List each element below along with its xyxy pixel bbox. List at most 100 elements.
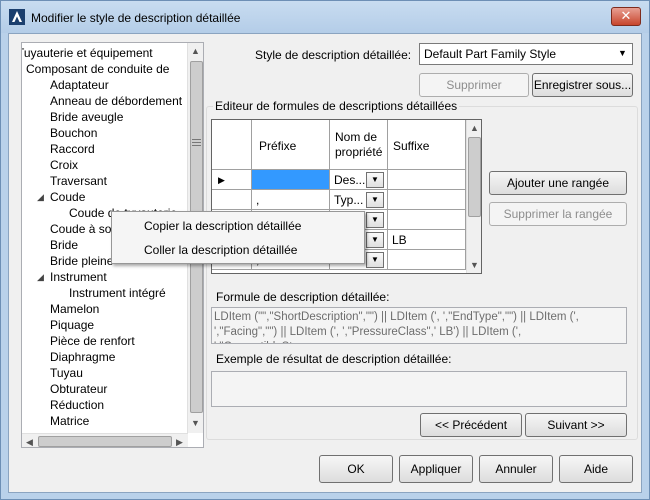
example-label: Exemple de résultat de description détai… [216, 352, 452, 366]
grid-row-selector-text: ▶ [218, 175, 225, 185]
previous-button[interactable]: << Précédent [420, 413, 522, 437]
grid-cell-property[interactable]: Typ... ▼ [330, 190, 388, 210]
grid-cell-property-text: Des... [334, 173, 366, 187]
column-header-property[interactable]: Nom de propriété [330, 120, 388, 170]
grid-scroll-up-icon[interactable]: ▲ [467, 123, 481, 133]
grid-cell-suffix[interactable] [388, 190, 466, 210]
tree-item-label: Bride aveugle [50, 110, 124, 124]
grid-scroll-down-icon[interactable]: ▼ [467, 260, 481, 270]
tree-item[interactable]: Bride aveugle [50, 109, 123, 125]
context-menu-item-paste[interactable]: Coller la description détaillée [144, 243, 297, 257]
tree-item[interactable]: Bouchon [50, 125, 97, 141]
add-row-button[interactable]: Ajouter une rangée [489, 171, 627, 195]
tree-item-label: Piquage [50, 318, 95, 332]
tree-item-label: Bride pleine [50, 254, 114, 268]
tree-item-label: Adaptateur [50, 78, 109, 92]
ok-button[interactable]: OK [319, 455, 393, 483]
grid-cell-property[interactable]: Des... ▼ [330, 170, 388, 190]
scroll-up-icon[interactable]: ▲ [188, 46, 203, 56]
tree-item[interactable]: Réduction [50, 397, 104, 413]
tree-item[interactable]: ◢ Instrument [37, 269, 107, 285]
cancel-button[interactable]: Annuler [479, 455, 553, 483]
tree-item[interactable]: Mamelon [50, 301, 99, 317]
grid-cell-suffix[interactable]: LB [388, 230, 466, 250]
tree-item-label: Croix [50, 158, 79, 172]
column-header-suffix[interactable]: Suffixe [388, 120, 466, 170]
tree-item[interactable]: Bride [50, 237, 78, 253]
style-dropdown-value: Default Part Family Style [424, 47, 557, 61]
tree-horizontal-scrollbar[interactable]: ◀ ▶ [22, 433, 188, 447]
grid-row-selector[interactable] [212, 190, 252, 210]
tree-item[interactable]: Instrument intégré [69, 285, 166, 301]
grid-row-selector[interactable]: ▶ [212, 170, 252, 190]
tree-item[interactable]: Traversant [50, 173, 107, 189]
tree-item-label: Tuyauterie et équipement [21, 46, 153, 60]
chevron-down-icon[interactable]: ▼ [366, 192, 384, 208]
chevron-down-icon[interactable]: ▼ [366, 212, 384, 228]
tree-item[interactable]: Obturateur [50, 381, 107, 397]
tree-item[interactable]: Piquage [50, 317, 94, 333]
delete-style-button[interactable]: Supprimer [419, 73, 529, 97]
tree-item[interactable]: Adaptateur [50, 77, 109, 93]
dialog-window: Modifier le style de description détaill… [0, 0, 650, 500]
tree-item[interactable]: ◢ Coude [37, 189, 86, 205]
tree-item[interactable]: Bride pleine [50, 253, 113, 269]
tree-item[interactable]: Matrice [50, 413, 89, 429]
chevron-down-icon[interactable]: ▼ [366, 172, 384, 188]
tree-item[interactable]: Anneau de débordement [50, 93, 182, 109]
tree-item[interactable]: ⊿Composant de conduite de [26, 61, 169, 77]
tree-item[interactable]: Tuyauterie et équipement [21, 45, 153, 61]
formula-textbox[interactable]: LDItem ("","ShortDescription","") || LDI… [211, 307, 627, 344]
chevron-down-icon[interactable]: ▼ [366, 232, 384, 248]
chevron-down-icon: ▼ [618, 48, 627, 58]
tree-expander-icon[interactable]: ◢ [37, 269, 44, 285]
grid-cell-prefix[interactable]: , [252, 190, 330, 210]
tree-item-label: Obturateur [50, 382, 108, 396]
context-menu-item-copy[interactable]: Copier la description détaillée [144, 219, 301, 233]
column-header-prefix[interactable]: Préfixe [252, 120, 330, 170]
delete-row-button[interactable]: Supprimer la rangée [489, 202, 627, 226]
tree-item[interactable]: Pièce de renfort [50, 333, 135, 349]
scroll-left-icon[interactable]: ◀ [22, 437, 37, 447]
help-button[interactable]: Aide [559, 455, 633, 483]
app-logo-icon [9, 9, 25, 25]
tree-item-label: Anneau de débordement [50, 94, 183, 108]
tree-item[interactable]: Diaphragme [50, 349, 115, 365]
tree-item-label: Bouchon [50, 126, 98, 140]
tree-item-label: Coude [50, 190, 86, 204]
tree-item[interactable]: Croix [50, 157, 78, 173]
apply-button[interactable]: Appliquer [399, 455, 473, 483]
tree-item-label: Instrument [50, 270, 107, 284]
chevron-down-icon[interactable]: ▼ [366, 252, 384, 268]
formula-editor-label: Editeur de formules de descriptions déta… [213, 99, 460, 113]
tree-item-label: Pièce de renfort [50, 334, 135, 348]
scroll-down-icon[interactable]: ▼ [188, 418, 203, 428]
formula-label: Formule de description détaillée: [216, 290, 390, 304]
title-bar[interactable]: Modifier le style de description détaill… [1, 1, 649, 33]
tree-item-label: Traversant [50, 174, 107, 188]
grid-corner [212, 120, 252, 170]
save-as-button[interactable]: Enregistrer sous... [532, 73, 633, 97]
tree-item[interactable]: Tuyau [50, 365, 83, 381]
grid-cell-suffix[interactable] [388, 210, 466, 230]
grid-scroll-thumb[interactable] [468, 137, 481, 217]
grid-vertical-scrollbar[interactable]: ▲ ▼ [466, 120, 481, 273]
style-label: Style de description détaillée: [255, 48, 412, 62]
scroll-right-icon[interactable]: ▶ [172, 437, 187, 447]
close-button[interactable]: ✕ [611, 7, 641, 26]
grid-cell-property-text: Typ... [334, 193, 364, 207]
context-menu: Copier la description détaillée Coller l… [111, 211, 365, 264]
style-dropdown[interactable]: Default Part Family Style ▼ [419, 43, 633, 65]
grid-cell-prefix[interactable] [252, 170, 330, 190]
tree-item-label: Réduction [50, 398, 105, 412]
grid-cell-suffix[interactable] [388, 170, 466, 190]
next-button[interactable]: Suivant >> [525, 413, 627, 437]
tree-item-label: Raccord [50, 142, 95, 156]
grid-cell-prefix-text: , [256, 193, 260, 207]
example-textbox[interactable] [211, 371, 627, 407]
tree-expander-icon[interactable]: ◢ [37, 189, 44, 205]
tree-item[interactable]: Raccord [50, 141, 95, 157]
tree-hscroll-thumb[interactable] [38, 436, 172, 447]
window-title: Modifier le style de description détaill… [31, 11, 241, 25]
grid-cell-suffix[interactable] [388, 250, 466, 270]
